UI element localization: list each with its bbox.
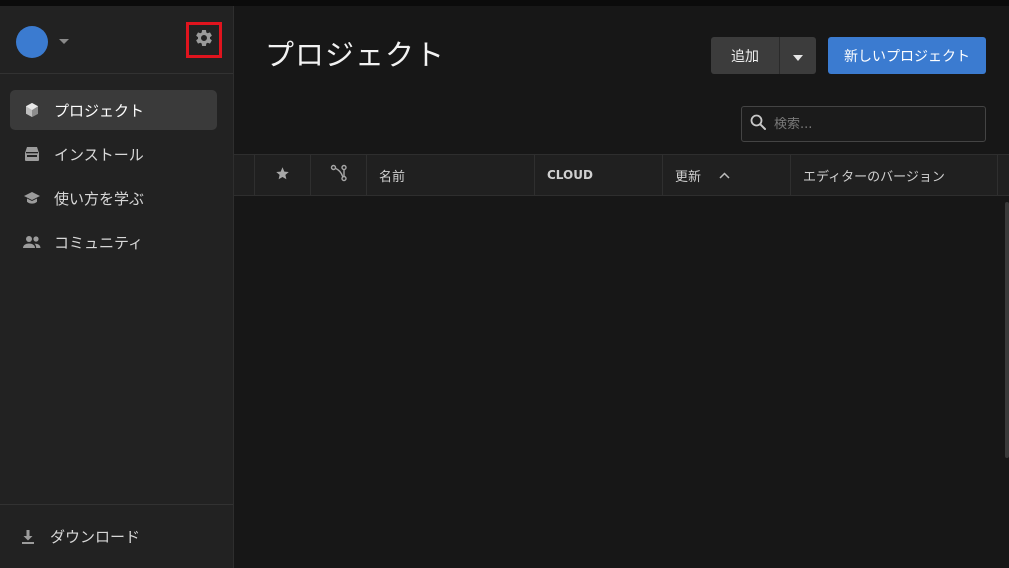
settings-button[interactable] bbox=[186, 22, 222, 58]
table-scrollbar[interactable] bbox=[1005, 202, 1009, 458]
sidebar-nav: プロジェクト インストール 使い方を学ぶ コミュニティ bbox=[10, 90, 217, 266]
column-header-updated-label: 更新 bbox=[675, 169, 702, 185]
download-link[interactable]: ダウンロード bbox=[0, 504, 233, 568]
chevron-down-icon bbox=[793, 46, 803, 65]
installs-icon bbox=[22, 144, 42, 164]
version-control-column-header[interactable] bbox=[311, 155, 367, 195]
sidebar-item-community[interactable]: コミュニティ bbox=[10, 222, 217, 262]
select-column[interactable] bbox=[234, 155, 255, 195]
table-header: 名前 CLOUD 更新 エディターのバージョン bbox=[234, 154, 1009, 196]
sidebar-item-label: 使い方を学ぶ bbox=[54, 189, 145, 208]
search-box bbox=[741, 106, 986, 142]
sidebar-item-projects[interactable]: プロジェクト bbox=[10, 90, 217, 130]
download-icon bbox=[18, 527, 38, 547]
star-icon bbox=[275, 166, 290, 185]
favorite-column-header[interactable] bbox=[255, 155, 311, 195]
add-button-group: 追加 bbox=[711, 37, 816, 74]
chevron-down-icon[interactable] bbox=[59, 39, 69, 44]
download-label: ダウンロード bbox=[50, 528, 141, 546]
cube-icon bbox=[22, 100, 42, 120]
avatar[interactable] bbox=[16, 26, 48, 58]
people-icon bbox=[22, 232, 42, 252]
sidebar-item-learn[interactable]: 使い方を学ぶ bbox=[10, 178, 217, 218]
sidebar-item-label: インストール bbox=[54, 145, 144, 164]
gear-icon bbox=[194, 28, 214, 52]
sidebar: プロジェクト インストール 使い方を学ぶ コミュニティ ダウンロード bbox=[0, 6, 234, 568]
main-panel: プロジェクト 追加 新しいプロジェクト 検索... 名前 CLOUD 更新 エデ… bbox=[234, 6, 1009, 568]
branch-icon bbox=[330, 164, 348, 186]
search-input[interactable] bbox=[774, 116, 974, 132]
column-header-editor-version[interactable]: エディターのバージョン bbox=[791, 155, 998, 195]
search-icon bbox=[750, 114, 766, 134]
sidebar-item-label: コミュニティ bbox=[54, 233, 144, 252]
sort-ascending-icon bbox=[719, 171, 730, 179]
sidebar-item-installs[interactable]: インストール bbox=[10, 134, 217, 174]
column-header-updated[interactable]: 更新 bbox=[663, 155, 791, 195]
sidebar-item-label: プロジェクト bbox=[54, 101, 145, 120]
graduation-cap-icon bbox=[22, 188, 42, 208]
sidebar-header bbox=[0, 6, 233, 74]
column-header-name[interactable]: 名前 bbox=[367, 155, 535, 195]
new-project-button[interactable]: 新しいプロジェクト bbox=[828, 37, 986, 74]
add-button[interactable]: 追加 bbox=[711, 37, 779, 74]
column-header-cloud[interactable]: CLOUD bbox=[535, 155, 663, 195]
page-title: プロジェクト bbox=[265, 38, 446, 72]
column-header-spacer bbox=[998, 155, 1009, 195]
add-dropdown-button[interactable] bbox=[779, 37, 816, 74]
